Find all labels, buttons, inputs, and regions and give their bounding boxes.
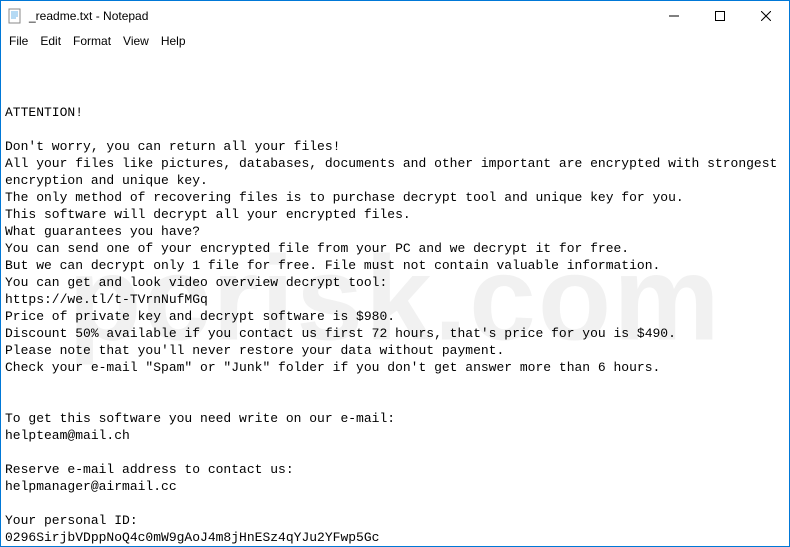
minimize-button[interactable] (651, 1, 697, 31)
menu-edit[interactable]: Edit (34, 32, 67, 50)
document-text: ATTENTION! Don't worry, you can return a… (5, 104, 785, 546)
menu-file[interactable]: File (3, 32, 34, 50)
titlebar-buttons (651, 1, 789, 31)
notepad-window: _readme.txt - Notepad File Edit (0, 0, 790, 547)
window-title: _readme.txt - Notepad (29, 9, 651, 23)
close-button[interactable] (743, 1, 789, 31)
menu-help[interactable]: Help (155, 32, 192, 50)
menu-format[interactable]: Format (67, 32, 117, 50)
maximize-button[interactable] (697, 1, 743, 31)
minimize-icon (669, 11, 679, 21)
notepad-icon (7, 8, 23, 24)
maximize-icon (715, 11, 725, 21)
titlebar: _readme.txt - Notepad (1, 1, 789, 31)
close-icon (761, 11, 771, 21)
menubar: File Edit Format View Help (1, 31, 789, 51)
text-area[interactable]: pcrisk.com ATTENTION! Don't worry, you c… (1, 51, 789, 546)
menu-view[interactable]: View (117, 32, 155, 50)
